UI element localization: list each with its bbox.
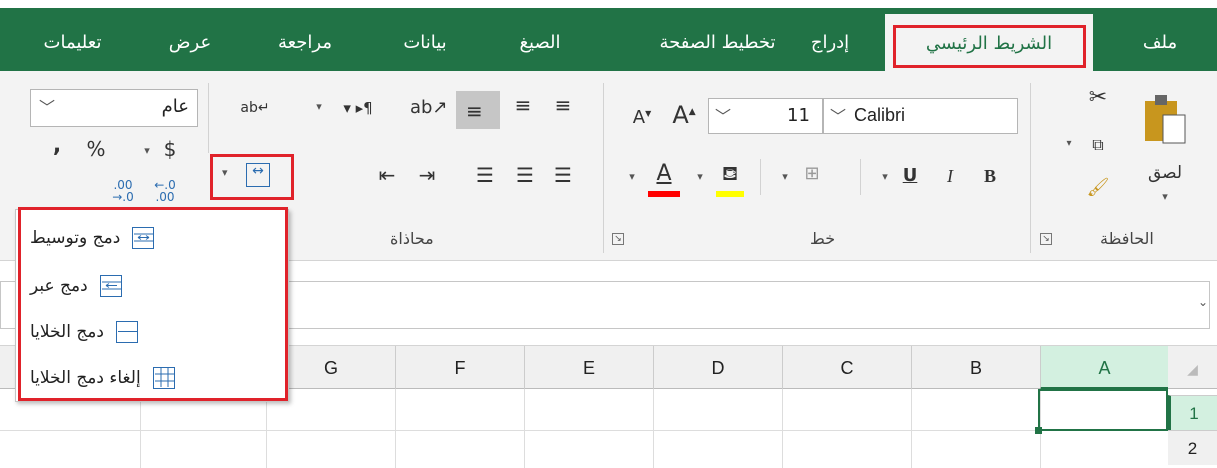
column-header-c[interactable]: C: [782, 346, 911, 390]
tab-file[interactable]: ملف: [1135, 22, 1185, 64]
highlight-merge-button: [210, 154, 294, 200]
font-color-dropdown-icon[interactable]: ▾: [625, 171, 639, 182]
group-separator: [208, 83, 209, 153]
column-header-b[interactable]: B: [911, 346, 1040, 390]
font-name-dropdown[interactable]: Calibri ﹀: [823, 98, 1018, 134]
comma-button[interactable]: ,: [50, 135, 64, 157]
select-all-corner[interactable]: ◢: [1168, 346, 1217, 390]
font-launcher-icon[interactable]: ↘: [612, 233, 624, 245]
fill-color-swatch: [716, 191, 744, 197]
clipboard-group-label: الحافظة: [1100, 229, 1154, 248]
highlight-home-tab: [893, 25, 1086, 68]
grid-line: [782, 389, 783, 468]
italic-button[interactable]: I: [940, 167, 960, 185]
bottom-align-icon: ≡: [466, 99, 483, 123]
chevron-down-icon: ﹀: [715, 107, 732, 126]
decrease-font-icon[interactable]: A▼: [628, 109, 656, 127]
separator: [760, 159, 761, 195]
grid-line: [911, 389, 912, 468]
grid-line: [524, 389, 525, 468]
tab-formulas[interactable]: الصيغ: [510, 22, 570, 64]
font-color-icon[interactable]: A: [648, 163, 680, 185]
align-left-icon[interactable]: ☰: [470, 165, 500, 185]
clipboard-launcher-icon[interactable]: ↘: [1040, 233, 1052, 245]
grid-line: [653, 389, 654, 468]
group-separator: [1030, 83, 1031, 253]
borders-dropdown-icon[interactable]: ▾: [778, 171, 792, 182]
bottom-align-button[interactable]: ≡: [456, 91, 500, 129]
font-size-dropdown[interactable]: 11 ﹀: [708, 98, 823, 134]
currency-button[interactable]: $: [160, 139, 180, 159]
text-direction-icon[interactable]: ▾ ▸¶: [340, 101, 376, 116]
column-header-d[interactable]: D: [653, 346, 782, 390]
paste-icon: [1145, 95, 1186, 144]
increase-indent-icon[interactable]: ⇥: [412, 165, 442, 185]
tab-review[interactable]: مراجعة: [265, 22, 345, 64]
decrease-indent-icon[interactable]: ⇤: [372, 165, 402, 185]
borders-icon[interactable]: ⊞: [800, 165, 824, 183]
copy-icon[interactable]: ⧉: [1085, 137, 1111, 153]
orientation-icon[interactable]: ab↗: [410, 99, 448, 117]
tab-data[interactable]: بيانات: [390, 22, 460, 64]
column-header-e[interactable]: E: [524, 346, 653, 390]
expand-formula-bar-icon[interactable]: ⌄: [1196, 296, 1210, 308]
format-painter-icon[interactable]: 🖌: [1085, 179, 1111, 197]
decrease-decimal-icon[interactable]: ←.0.00: [150, 179, 180, 203]
number-format-dropdown[interactable]: عام ﹀: [30, 89, 198, 127]
chevron-down-icon: ﹀: [830, 107, 847, 126]
separator: [860, 159, 861, 195]
wrap-text-icon[interactable]: ab↵: [240, 101, 270, 115]
column-header-f[interactable]: F: [395, 346, 524, 390]
tab-help[interactable]: تعليمات: [30, 22, 115, 64]
currency-dropdown-icon[interactable]: ▾: [140, 145, 154, 156]
paste-dropdown-icon[interactable]: ▾: [1155, 191, 1175, 202]
title-strip: [0, 0, 1217, 8]
top-align-icon[interactable]: ≡: [548, 95, 578, 115]
fill-handle[interactable]: [1035, 427, 1042, 434]
font-color-swatch: [648, 191, 680, 197]
cut-icon[interactable]: ✂: [1085, 87, 1111, 109]
increase-font-icon[interactable]: A▲: [670, 103, 698, 127]
fill-color-icon[interactable]: ⛾: [716, 163, 744, 183]
increase-decimal-icon[interactable]: .00 →.0: [108, 179, 138, 203]
paste-button[interactable]: [1140, 91, 1190, 151]
tab-page-layout[interactable]: تخطيط الصفحة: [650, 22, 785, 64]
align-right-icon[interactable]: ☰: [548, 165, 578, 185]
highlight-merge-menu: [18, 207, 288, 401]
font-size-value: 11: [787, 105, 810, 126]
active-cell-a1[interactable]: [1038, 389, 1168, 431]
row-header-2[interactable]: 2: [1168, 430, 1217, 465]
middle-align-icon[interactable]: ≡: [508, 95, 538, 115]
bold-button[interactable]: B: [980, 167, 1000, 185]
alignment-group-label: محاذاة: [390, 229, 434, 248]
chevron-down-icon: ﹀: [39, 98, 56, 117]
row-header-1[interactable]: 1: [1168, 395, 1217, 430]
copy-dropdown-icon[interactable]: ▾: [1062, 139, 1076, 149]
grid-line: [0, 430, 1168, 431]
underline-dropdown-icon[interactable]: ▾: [878, 171, 892, 182]
percent-button[interactable]: %: [84, 139, 108, 159]
font-name-value: Calibri: [854, 105, 906, 125]
fill-color-dropdown-icon[interactable]: ▾: [693, 171, 707, 182]
grid-line: [395, 389, 396, 468]
font-group-label: خط: [810, 229, 836, 248]
tab-insert[interactable]: إدراج: [800, 22, 860, 64]
dropdown-icon[interactable]: ▾: [312, 101, 326, 112]
column-header-a[interactable]: A: [1040, 346, 1168, 390]
tab-view[interactable]: عرض: [160, 22, 220, 64]
align-center-icon[interactable]: ☰: [510, 165, 540, 185]
paste-label: لصق: [1147, 163, 1183, 183]
number-format-value: عام: [161, 96, 189, 117]
underline-button[interactable]: U: [900, 167, 920, 185]
group-separator: [603, 83, 604, 253]
